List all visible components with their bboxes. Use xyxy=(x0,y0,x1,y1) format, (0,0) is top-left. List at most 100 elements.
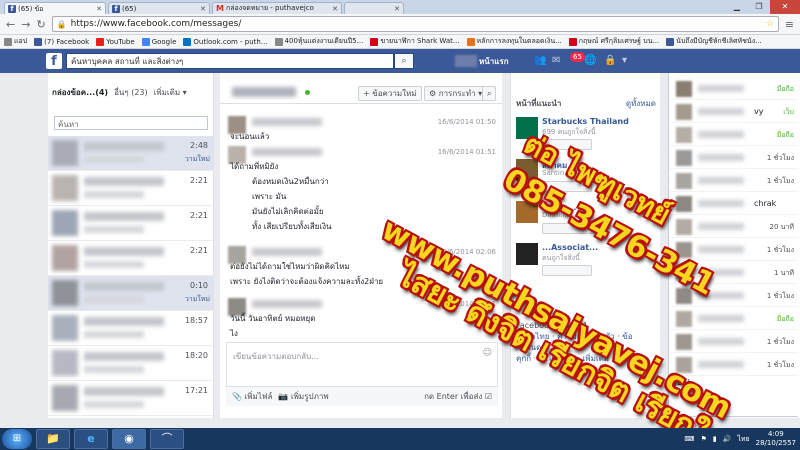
forward-icon[interactable]: → xyxy=(21,18,30,31)
actions-button[interactable]: ⚙ การกระทำ ▾ xyxy=(424,86,488,101)
conversation-row[interactable]: 2:48 วามใหม่ xyxy=(48,136,214,171)
conversation-row[interactable]: 2:21 xyxy=(48,171,214,206)
chat-contact[interactable]: 1 ชั่วโมง xyxy=(670,147,798,169)
minimize-icon[interactable]: ▁ xyxy=(726,0,748,14)
facebook-logo[interactable]: f xyxy=(46,53,62,69)
back-icon[interactable]: ← xyxy=(6,18,15,31)
friend-requests-icon[interactable]: 👥 xyxy=(534,55,546,66)
bookmark-outlook[interactable]: Outlook.com - puth... xyxy=(183,37,268,46)
youtube-icon xyxy=(96,37,105,46)
avatar xyxy=(676,334,692,350)
bookmark-apps[interactable]: แอป xyxy=(4,36,27,47)
see-all-link[interactable]: ดูทั้งหมด xyxy=(626,97,656,110)
chat-contact[interactable]: มือถือ xyxy=(670,78,798,100)
reply-input[interactable]: เขียนข้อความตอบกลับ... xyxy=(233,350,319,363)
conversation-row[interactable]: 0:10 วามใหม่ xyxy=(48,276,214,311)
bookmark-star-icon[interactable]: ☆ xyxy=(766,19,774,29)
conversation-search-input[interactable]: ค้นหา xyxy=(54,116,208,130)
conversation-row[interactable]: 2:21 xyxy=(48,206,214,241)
maximize-icon[interactable]: ❐ xyxy=(748,0,770,14)
thread-search-button[interactable]: ⌕ xyxy=(482,86,497,101)
taskbar-app[interactable]: ⌒ xyxy=(150,429,184,449)
conversation-snippet xyxy=(84,331,144,338)
add-photo-button[interactable]: 📷 เพิ่มรูปภาพ xyxy=(278,390,328,403)
bookmark-5[interactable]: 400หุ้นแต่งงานเดียนปี5... xyxy=(274,36,363,47)
conversation-time: 18:20 xyxy=(184,351,208,360)
search-icon: ⌕ xyxy=(487,89,492,98)
reload-icon[interactable]: ↻ xyxy=(36,18,45,31)
message-text: ทั้ง เสียเปรียบทั้งเสียเงิน xyxy=(252,222,332,231)
notifications-icon[interactable]: 🌐 xyxy=(584,55,596,66)
inbox-header: กล่องข้อค...(4) อื่นๆ (23) เพิ่มเติม ▾ xyxy=(52,86,212,99)
chat-contact[interactable]: มือถือ xyxy=(670,308,798,330)
tab-inbox[interactable]: กล่องข้อค...(4) xyxy=(52,86,108,99)
search-icon[interactable]: ⌕ xyxy=(394,53,414,69)
chat-status: 1 ชั่วโมง xyxy=(766,361,794,369)
page-picture xyxy=(516,243,538,265)
network-icon[interactable]: ▮ xyxy=(713,435,717,443)
bookmark-6[interactable]: ขายนาฬิกา Shark Wat... xyxy=(370,36,460,47)
composer-toolbar: 📎 เพิ่มไฟล์ 📷 เพิ่มรูปภาพ กด Enter เพื่อ… xyxy=(226,386,498,406)
chat-contact[interactable]: 1 ชั่วโมง xyxy=(670,170,798,192)
new-message-button[interactable]: + ข้อความใหม่ xyxy=(358,86,422,101)
close-tab-icon[interactable]: ✕ xyxy=(96,5,102,13)
chat-contact[interactable]: 1 ชั่วโมง xyxy=(670,331,798,353)
volume-icon[interactable]: 🔊 xyxy=(723,435,732,443)
avatar[interactable] xyxy=(455,55,477,67)
messages-icon[interactable]: ✉ xyxy=(552,55,560,66)
keyboard-icon[interactable]: ⌨ xyxy=(684,435,694,443)
chat-contact[interactable]: มือถือ xyxy=(670,124,798,146)
flag-icon[interactable]: ⚑ xyxy=(701,435,707,443)
avatar xyxy=(676,104,692,120)
like-page-button[interactable] xyxy=(542,265,592,276)
settings-dropdown-icon[interactable]: ▾ xyxy=(622,55,627,66)
bookmark-facebook[interactable]: (7) Facebook xyxy=(34,37,89,46)
tab-other[interactable]: อื่นๆ (23) xyxy=(114,86,148,99)
chat-contact[interactable]: vy เว็บ xyxy=(670,101,798,123)
avatar xyxy=(676,81,692,97)
emoji-icon[interactable]: ☺ xyxy=(483,348,492,358)
chat-status: 1 ชั่วโมง xyxy=(766,246,794,254)
bookmark-youtube[interactable]: YouTube xyxy=(96,37,135,46)
bookmark-9[interactable]: นับถึงมีบัญชีหักชีเลิศหัชนัง... xyxy=(666,36,762,47)
page-icon xyxy=(568,37,577,46)
page-name[interactable]: ...Associat... xyxy=(542,243,598,252)
add-file-button[interactable]: 📎 เพิ่มไฟล์ xyxy=(232,390,272,403)
message-sender-name xyxy=(252,300,322,308)
close-window-icon[interactable]: ✕ xyxy=(770,0,800,14)
facebook-search-input[interactable]: ค้นหาบุคคล สถานที่ และสิ่งต่างๆ xyxy=(66,53,394,69)
browser-tab-blank[interactable]: ✕ xyxy=(344,2,404,14)
chat-contact[interactable]: chrak xyxy=(670,193,798,215)
browser-tab-gmail[interactable]: M กล่องจดหมาย - puthavejco ✕ xyxy=(212,2,342,14)
close-tab-icon[interactable]: ✕ xyxy=(200,5,206,13)
bookmark-8[interactable]: กฤษณ์ ศรีกุลิมเศรษฐ์ บน... xyxy=(568,36,659,47)
browser-tab-facebook[interactable]: f (65) ✕ xyxy=(108,2,210,14)
start-button[interactable]: ⊞ xyxy=(2,429,32,449)
conversation-row[interactable]: 2:21 xyxy=(48,241,214,276)
taskbar-chrome[interactable]: ◉ xyxy=(112,429,146,449)
taskbar-explorer[interactable]: 📁 xyxy=(36,429,70,449)
privacy-icon[interactable]: 🔒 xyxy=(604,55,616,66)
more-dropdown[interactable]: เพิ่มเติม ▾ xyxy=(154,86,187,99)
menu-icon[interactable]: ≡ xyxy=(785,18,794,31)
taskbar-ie[interactable]: e xyxy=(74,429,108,449)
conversation-row[interactable]: 18:57 xyxy=(48,311,214,346)
page-icon xyxy=(666,37,675,46)
home-link[interactable]: หน้าแรก xyxy=(479,55,509,68)
chat-status: มือถือ xyxy=(776,315,794,323)
conversation-name xyxy=(84,177,164,186)
enter-to-send-toggle[interactable]: กด Enter เพื่อส่ง ☑ xyxy=(424,390,492,403)
bookmark-google[interactable]: Google xyxy=(141,37,176,46)
conversation-row[interactable]: 17:21 xyxy=(48,381,214,416)
message-text: เพราะ มัน xyxy=(252,192,287,201)
language-indicator[interactable]: ไทย xyxy=(737,434,749,445)
bookmark-7[interactable]: หลักการลงทุนในตลอดเงิน... xyxy=(466,36,562,47)
conversation-row[interactable]: 18:20 xyxy=(48,346,214,381)
close-tab-icon[interactable]: ✕ xyxy=(332,5,338,13)
chat-contact[interactable]: 20 นาที xyxy=(670,216,798,238)
address-bar[interactable]: 🔒 https://www.facebook.com/messages/ ☆ xyxy=(51,16,779,32)
close-tab-icon[interactable]: ✕ xyxy=(394,5,400,13)
avatar xyxy=(52,315,78,341)
clock[interactable]: 4:09 28/10/2557 xyxy=(756,430,796,448)
page-name[interactable]: Starbucks Thailand xyxy=(542,117,629,126)
